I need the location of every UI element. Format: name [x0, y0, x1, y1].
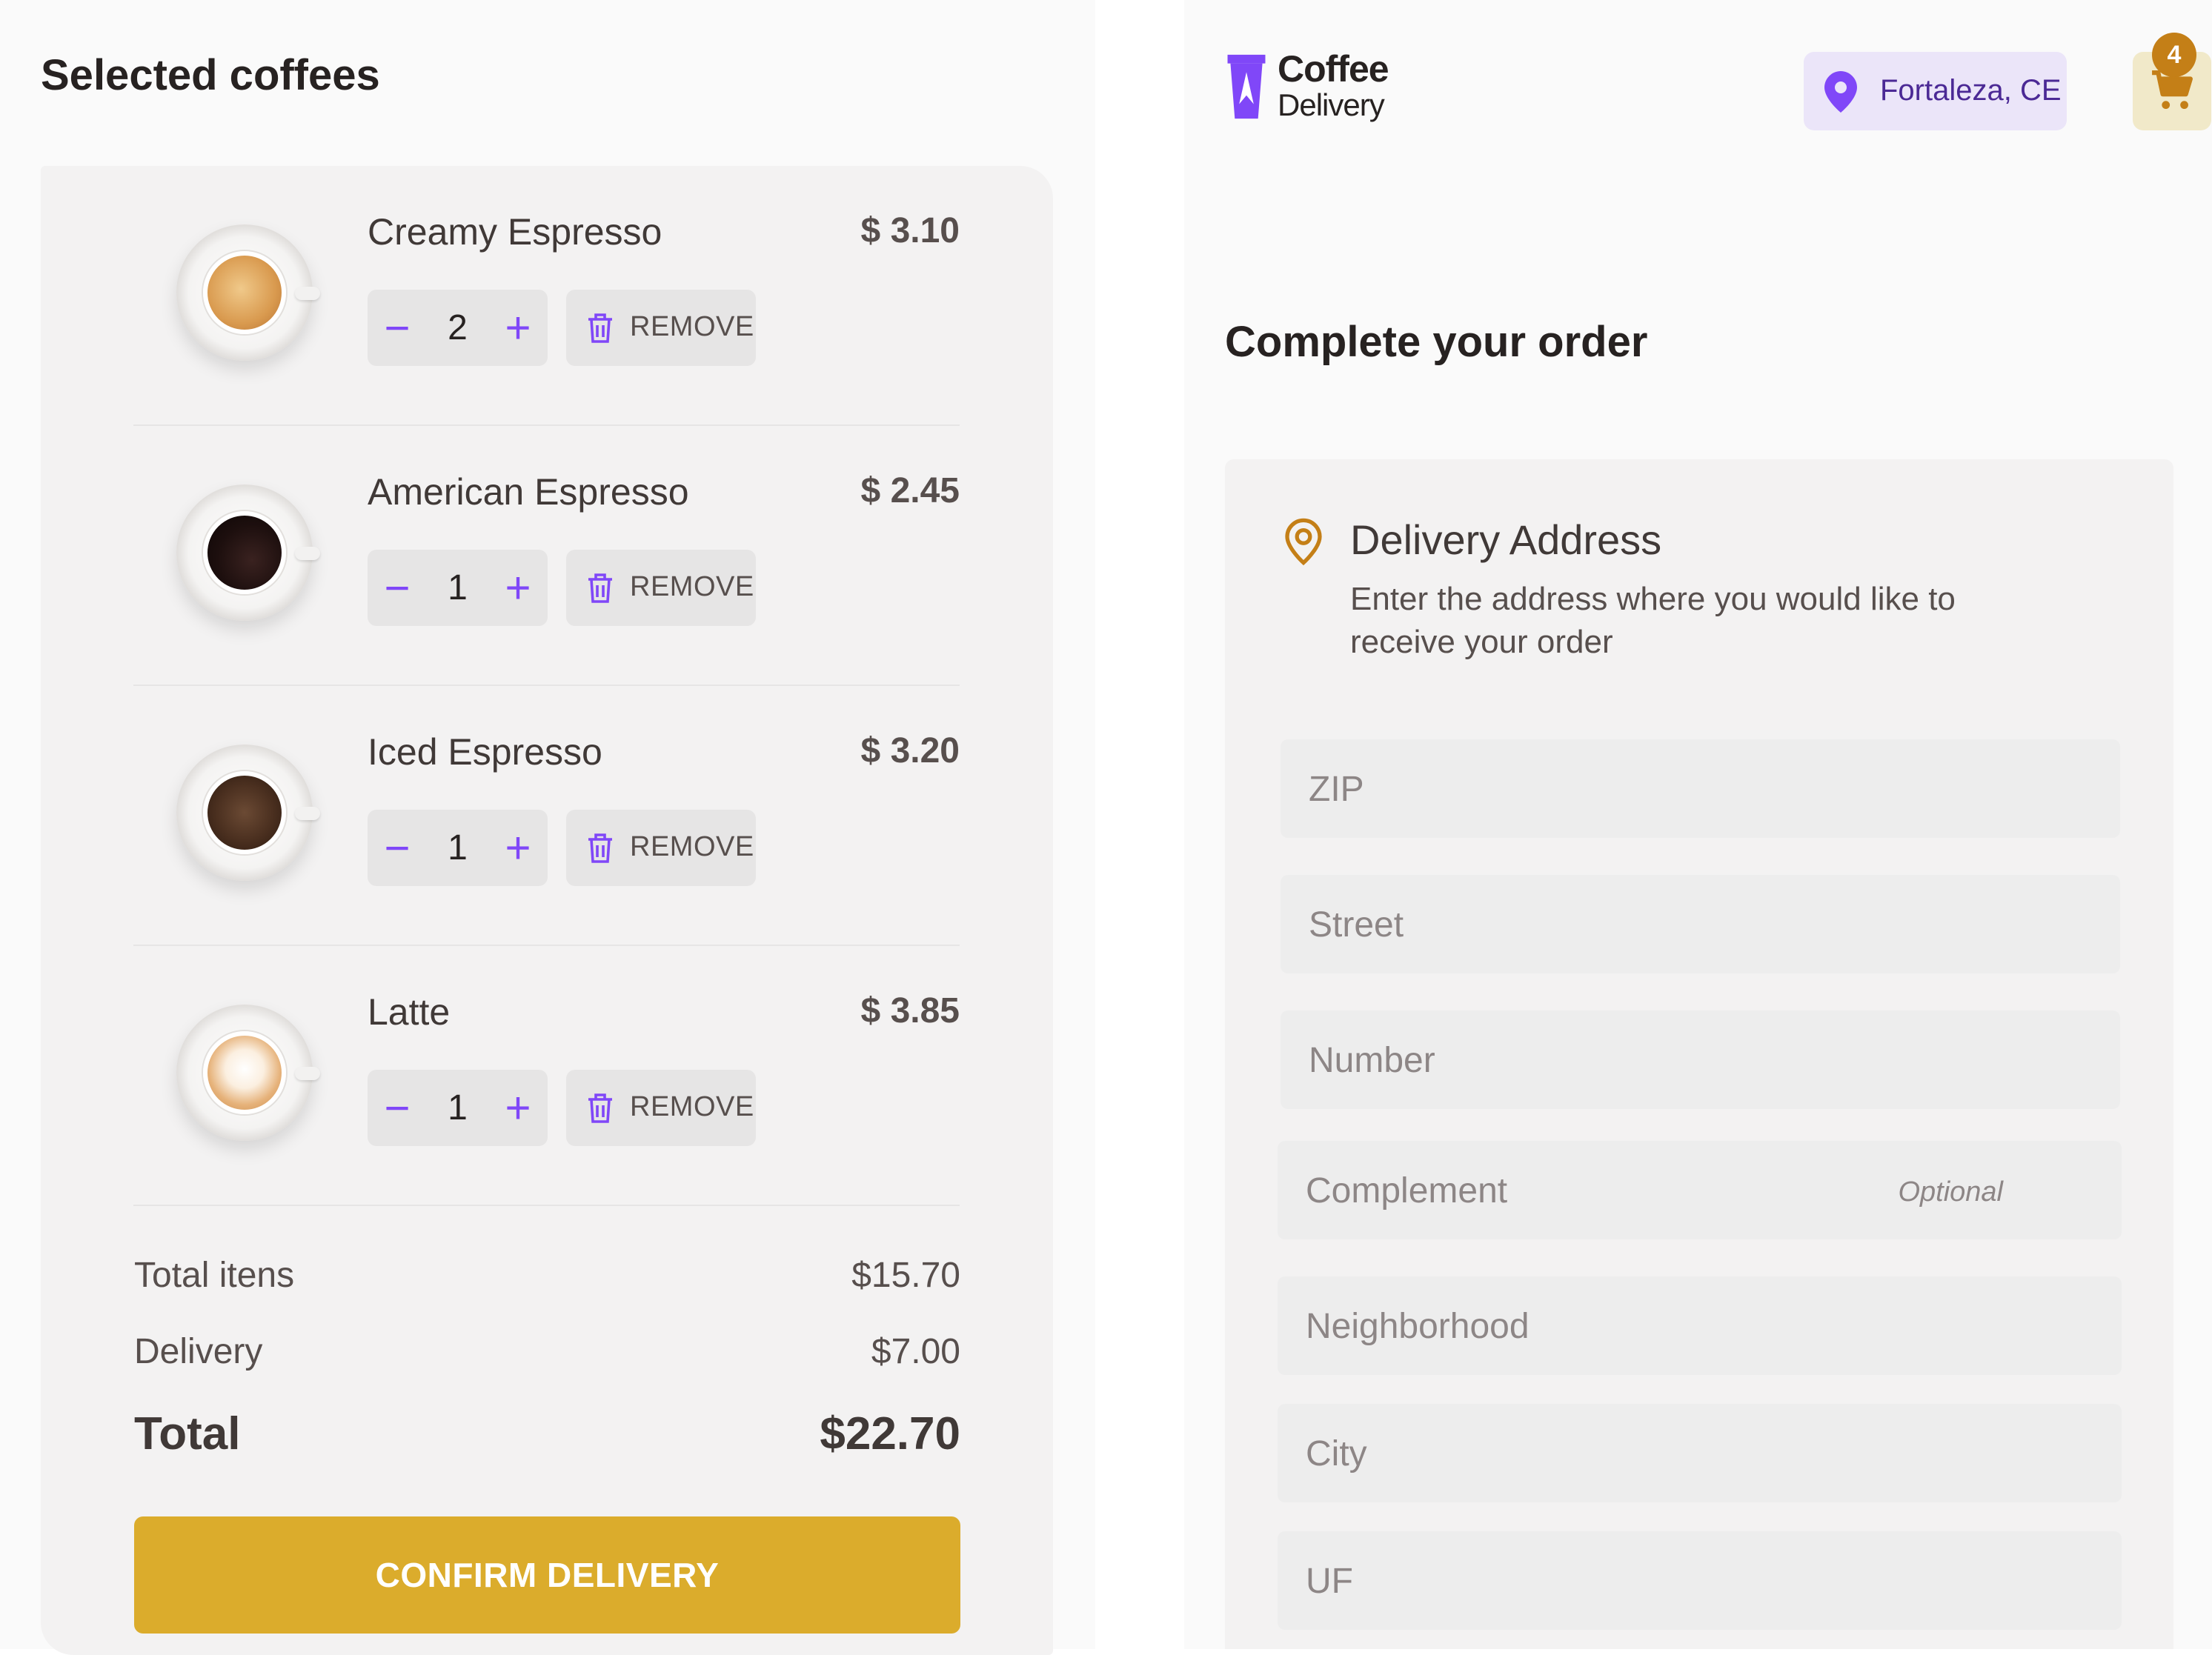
uf-placeholder: UF	[1306, 1562, 1353, 1601]
remove-button[interactable]: REMOVE	[566, 290, 756, 366]
city-field[interactable]: City	[1278, 1404, 2122, 1502]
remove-button[interactable]: REMOVE	[566, 810, 756, 886]
trash-icon	[588, 833, 612, 863]
plus-icon[interactable]: +	[488, 810, 548, 886]
logo-word-coffee: Coffee	[1278, 48, 1389, 90]
summary-delivery-value: $7.00	[871, 1332, 960, 1371]
remove-label: REMOVE	[630, 831, 754, 862]
trash-icon	[588, 573, 612, 603]
item-name: Latte	[368, 991, 451, 1033]
coffee-image	[176, 1005, 320, 1141]
quantity-value: 1	[448, 828, 468, 868]
item-price: $ 3.10	[860, 211, 960, 250]
trash-icon	[588, 1093, 612, 1123]
complement-optional-hint: Optional	[1898, 1176, 2003, 1208]
minus-icon[interactable]: −	[368, 1070, 427, 1146]
coffee-cup-icon	[1227, 54, 1266, 119]
cart-item: American Espresso $ 2.45 − 1 + REMOVE	[133, 426, 960, 686]
zip-placeholder: ZIP	[1309, 770, 1364, 809]
plus-icon[interactable]: +	[488, 550, 548, 626]
quantity-stepper: − 1 +	[368, 810, 548, 886]
remove-button[interactable]: REMOVE	[566, 550, 756, 626]
neighborhood-field[interactable]: Neighborhood	[1278, 1276, 2122, 1375]
number-field[interactable]: Number	[1281, 1010, 2120, 1109]
address-title: Delivery Address	[1350, 516, 1662, 563]
summary-items-label: Total itens	[134, 1256, 295, 1295]
map-pin-outline-icon	[1285, 518, 1322, 566]
coffee-image	[176, 745, 320, 881]
item-price: $ 3.20	[860, 731, 960, 770]
summary-items-value: $15.70	[851, 1256, 960, 1295]
item-name: Creamy Espresso	[368, 211, 662, 253]
quantity-value: 2	[448, 308, 468, 347]
map-pin-icon	[1824, 71, 1857, 113]
quantity-stepper: − 1 +	[368, 550, 548, 626]
summary-total-label: Total	[134, 1408, 241, 1459]
complete-order-title: Complete your order	[1225, 318, 1648, 366]
logo-word-delivery: Delivery	[1278, 87, 1385, 122]
cart-panel: Selected coffees Creamy Espresso $ 3.10 …	[0, 0, 1095, 1655]
location-text: Fortaleza, CE	[1880, 74, 2062, 107]
summary-items-row: Total itens $15.70	[134, 1255, 960, 1296]
cart-item: Creamy Espresso $ 3.10 − 2 + REMOVE	[133, 166, 960, 426]
street-placeholder: Street	[1309, 905, 1404, 945]
number-placeholder: Number	[1309, 1041, 1435, 1080]
quantity-stepper: − 2 +	[368, 290, 548, 366]
neighborhood-placeholder: Neighborhood	[1306, 1307, 1530, 1346]
city-placeholder: City	[1306, 1434, 1367, 1473]
plus-icon[interactable]: +	[488, 1070, 548, 1146]
summary-total-row: Total $22.70	[134, 1408, 960, 1460]
minus-icon[interactable]: −	[368, 550, 427, 626]
plus-icon[interactable]: +	[488, 290, 548, 366]
location-button[interactable]: Fortaleza, CE	[1804, 52, 2067, 130]
cart-item: Iced Espresso $ 3.20 − 1 + REMOVE	[133, 686, 960, 946]
uf-field[interactable]: UF	[1278, 1531, 2122, 1630]
logo[interactable]: Coffee Delivery	[1224, 46, 1389, 129]
complement-placeholder: Complement	[1306, 1171, 1508, 1211]
minus-icon[interactable]: −	[368, 810, 427, 886]
summary-delivery-row: Delivery $7.00	[134, 1331, 960, 1372]
confirm-delivery-button[interactable]: CONFIRM DELIVERY	[134, 1516, 960, 1634]
cart-count-badge: 4	[2152, 33, 2196, 77]
remove-button[interactable]: REMOVE	[566, 1070, 756, 1146]
remove-label: REMOVE	[630, 1091, 754, 1122]
item-price: $ 2.45	[860, 471, 960, 510]
quantity-stepper: − 1 +	[368, 1070, 548, 1146]
minus-icon[interactable]: −	[368, 290, 427, 366]
remove-label: REMOVE	[630, 571, 754, 602]
remove-label: REMOVE	[630, 311, 754, 342]
item-name: American Espresso	[368, 471, 689, 513]
quantity-value: 1	[448, 1088, 468, 1128]
summary-total-value: $22.70	[820, 1408, 960, 1459]
coffee-image	[176, 224, 320, 361]
item-price: $ 3.85	[860, 991, 960, 1030]
zip-field[interactable]: ZIP	[1281, 739, 2120, 838]
complement-field[interactable]: Complement Optional	[1278, 1141, 2122, 1239]
quantity-value: 1	[448, 568, 468, 607]
selected-coffees-title: Selected coffees	[41, 51, 380, 99]
cart-item: Latte $ 3.85 − 1 + REMOVE	[133, 946, 960, 1206]
street-field[interactable]: Street	[1281, 875, 2120, 973]
item-name: Iced Espresso	[368, 731, 602, 773]
trash-icon	[588, 313, 612, 343]
coffee-image	[176, 484, 320, 621]
address-subtitle: Enter the address where you would like t…	[1350, 581, 1956, 660]
summary-delivery-label: Delivery	[134, 1332, 263, 1371]
